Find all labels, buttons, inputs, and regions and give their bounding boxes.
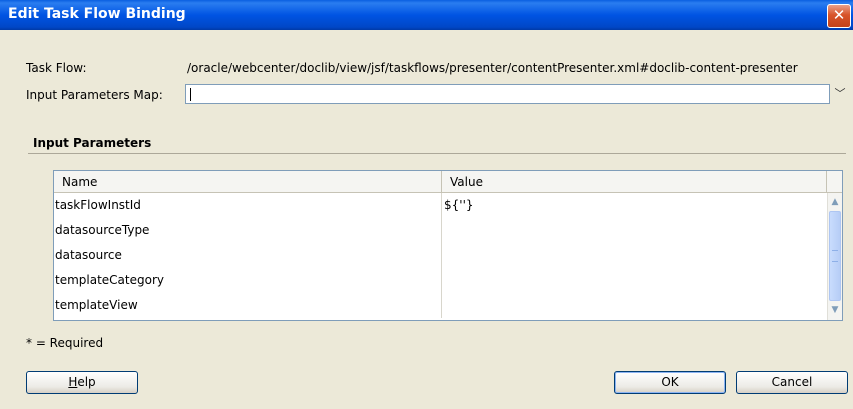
required-note: * = Required <box>26 336 104 350</box>
scrollbar-thumb[interactable] <box>829 211 841 301</box>
table-row[interactable]: templateView <box>54 293 827 318</box>
input-parameters-map-input[interactable] <box>185 84 830 104</box>
param-name-cell: datasourceType <box>55 218 442 243</box>
text-caret <box>190 88 191 101</box>
header-corner <box>827 171 842 193</box>
param-name-cell: datasource <box>55 243 442 268</box>
task-flow-label: Task Flow: <box>26 61 87 75</box>
param-value-cell[interactable] <box>442 268 827 293</box>
dialog-title: Edit Task Flow Binding <box>8 6 186 22</box>
table-row[interactable]: taskFlowInstId ${''} <box>54 193 827 218</box>
input-parameters-map-label: Input Parameters Map: <box>26 88 163 102</box>
table-row[interactable]: templateCategory <box>54 268 827 293</box>
scroll-down-icon[interactable]: ▼ <box>828 303 842 317</box>
close-icon: ✕ <box>832 6 846 24</box>
dialog-window: Edit Task Flow Binding ✕ Task Flow: /ora… <box>0 0 853 409</box>
table-row[interactable]: datasourceType <box>54 218 827 243</box>
param-value-cell[interactable] <box>442 243 827 268</box>
task-flow-value: /oracle/webcenter/doclib/view/jsf/taskfl… <box>187 61 798 75</box>
column-header-name[interactable]: Name <box>54 171 442 193</box>
section-divider <box>28 153 846 154</box>
help-label: elp <box>77 375 96 389</box>
column-header-value[interactable]: Value <box>442 171 827 193</box>
scroll-up-icon[interactable]: ▲ <box>828 195 842 209</box>
chevron-down-icon[interactable]: ﹀ <box>832 86 848 102</box>
param-value-cell[interactable] <box>442 218 827 243</box>
input-parameters-heading: Input Parameters <box>33 136 152 150</box>
vertical-scrollbar[interactable]: ▲ ▼ <box>827 193 842 320</box>
help-button[interactable]: Help <box>26 371 138 394</box>
param-value-cell[interactable]: ${''} <box>442 193 827 218</box>
input-parameters-table: Name Value taskFlowInstId ${''} datasour… <box>53 170 843 321</box>
scrollbar-grip <box>832 250 838 262</box>
param-name-cell: templateView <box>55 293 442 318</box>
title-bar[interactable]: Edit Task Flow Binding ✕ <box>0 0 853 30</box>
close-button[interactable]: ✕ <box>827 4 851 28</box>
cancel-button[interactable]: Cancel <box>736 371 848 394</box>
help-mnemonic: H <box>68 375 78 389</box>
table-row[interactable]: datasource <box>54 243 827 268</box>
ok-button[interactable]: OK <box>614 371 726 394</box>
param-name-cell: templateCategory <box>55 268 442 293</box>
param-value-cell[interactable] <box>442 293 827 318</box>
param-name-cell: taskFlowInstId <box>55 193 442 218</box>
